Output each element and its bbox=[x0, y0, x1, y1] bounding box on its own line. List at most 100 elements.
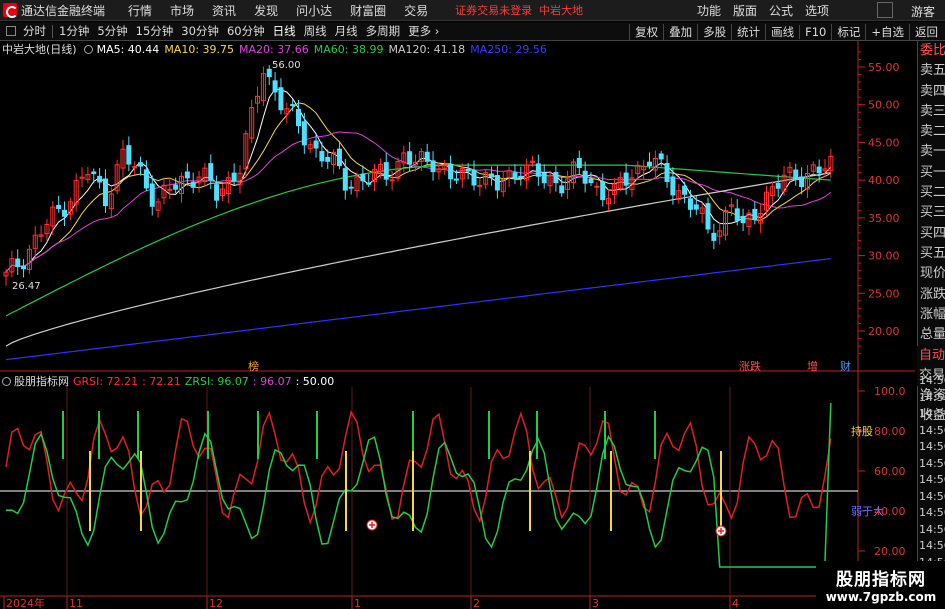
candle-body bbox=[296, 108, 301, 127]
marker-finance[interactable]: 财 bbox=[840, 359, 851, 373]
indicator-settings-icon[interactable] bbox=[2, 376, 11, 386]
candle-body bbox=[407, 151, 413, 165]
draw-line-button[interactable]: 画线 bbox=[765, 23, 799, 40]
marker-rank[interactable]: 榜 bbox=[248, 359, 259, 373]
menu-function[interactable]: 功能 bbox=[691, 2, 727, 19]
candle-body bbox=[553, 172, 559, 184]
f10-button[interactable]: F10 bbox=[799, 24, 831, 39]
kline-chart[interactable]: 55.00 50.00 45.00 40.00 35.00 30.00 25.00 20.00… bbox=[0, 41, 915, 609]
candle-body bbox=[623, 172, 629, 186]
candle-body bbox=[588, 178, 594, 183]
multi-stock-button[interactable]: 多股 bbox=[697, 23, 731, 40]
period-daily[interactable]: 日线 bbox=[269, 23, 300, 39]
candle-body bbox=[290, 104, 296, 107]
ma20-label: MA20: 37.66 bbox=[239, 42, 309, 56]
quote-field: 买五 bbox=[920, 245, 945, 261]
trade-times: 14:56 14:56 14:56 14:56 14:56 14:56 14:56 14:56… bbox=[917, 373, 945, 571]
menu-discover[interactable]: 发现 bbox=[245, 2, 287, 19]
date-label: 2024年 bbox=[6, 596, 45, 609]
marker-change[interactable]: 涨跌 bbox=[739, 359, 761, 373]
candle-body bbox=[816, 166, 822, 174]
candle-body bbox=[576, 157, 582, 169]
ma5-line bbox=[5, 88, 832, 273]
quote-field: 总量 bbox=[920, 327, 945, 343]
quote-field: 卖三 bbox=[920, 103, 945, 119]
hold-annotation: 持股 bbox=[851, 424, 873, 438]
candle-body bbox=[453, 178, 459, 181]
statistics-button[interactable]: 统计 bbox=[731, 23, 765, 40]
menu-ask[interactable]: 问小达 bbox=[287, 2, 341, 19]
candle-body bbox=[184, 171, 190, 179]
add-favorite-button[interactable]: +自选 bbox=[865, 23, 909, 40]
menu-trade[interactable]: 交易 bbox=[395, 2, 437, 19]
period-60min[interactable]: 60分钟 bbox=[223, 23, 269, 39]
divider bbox=[52, 24, 53, 38]
period-multi[interactable]: 多周期 bbox=[362, 23, 405, 39]
app-logo-icon bbox=[3, 3, 18, 18]
candle-body bbox=[752, 208, 758, 220]
candle-body bbox=[594, 185, 600, 188]
back-button[interactable]: 返回 bbox=[909, 23, 943, 40]
sub-legend: 股朋指标网 GRSI: 72.21 : 72.21 ZRSI: 96.07 : … bbox=[2, 374, 338, 388]
trade-time: 14:56 bbox=[919, 506, 945, 519]
quote-field: 涨跌 bbox=[920, 286, 945, 302]
date-label: 2 bbox=[473, 597, 480, 609]
candle-body bbox=[512, 172, 518, 180]
candle-body bbox=[21, 265, 27, 270]
candle-body bbox=[360, 173, 366, 182]
settings-circle-icon[interactable] bbox=[83, 44, 93, 54]
adjust-button[interactable]: 复权 bbox=[629, 23, 663, 40]
candle-body bbox=[693, 204, 699, 210]
period-15min[interactable]: 15分钟 bbox=[132, 23, 178, 39]
period-more[interactable]: 更多 › bbox=[404, 23, 443, 39]
candle-body bbox=[793, 169, 799, 181]
candle-body bbox=[494, 175, 500, 191]
grsi-label: GRSI: 72.21 bbox=[73, 374, 139, 388]
trade-time: 14:56 bbox=[919, 456, 945, 470]
date-axis: 2024年 11 12 1 2 3 4 bbox=[3, 596, 739, 609]
login-status[interactable]: 证券交易未登录 中岩大地 bbox=[455, 2, 583, 18]
window-layout-icon[interactable] bbox=[877, 2, 893, 18]
chart-area[interactable]: 55.00 50.00 45.00 40.00 35.00 30.00 25.00 20.00… bbox=[0, 41, 915, 609]
marker-increase[interactable]: 增 bbox=[807, 359, 818, 373]
candle-body bbox=[143, 169, 149, 189]
overlay-button[interactable]: 叠加 bbox=[663, 23, 697, 40]
period-30min[interactable]: 30分钟 bbox=[177, 23, 223, 39]
candle-body bbox=[711, 232, 717, 241]
menu-quotes[interactable]: 行情 bbox=[119, 2, 161, 19]
quote-field: 涨幅 bbox=[920, 306, 945, 322]
candle-body bbox=[272, 80, 278, 93]
candle-body bbox=[91, 171, 97, 175]
period-1min[interactable]: 1分钟 bbox=[55, 23, 93, 39]
trade-time: 14:56 bbox=[919, 423, 945, 437]
period-monthly[interactable]: 月线 bbox=[331, 23, 362, 39]
panel-toggle-icon[interactable] bbox=[6, 26, 16, 36]
candle-body bbox=[489, 173, 495, 178]
menu-wealth[interactable]: 财富圈 bbox=[341, 2, 395, 19]
quote-field: 卖四 bbox=[920, 83, 945, 99]
candle-body bbox=[167, 188, 173, 191]
candle-body bbox=[62, 209, 67, 217]
candle-body bbox=[348, 186, 354, 189]
menu-news[interactable]: 资讯 bbox=[203, 2, 245, 19]
candle-body bbox=[325, 156, 331, 162]
menu-layout[interactable]: 版面 bbox=[727, 2, 763, 19]
period-weekly[interactable]: 周线 bbox=[300, 23, 331, 39]
trade-time: 14:56 bbox=[919, 489, 945, 503]
menu-formula[interactable]: 公式 bbox=[763, 2, 799, 19]
candle-body bbox=[799, 176, 805, 188]
quote-field: 买一 bbox=[920, 164, 945, 180]
menu-market[interactable]: 市场 bbox=[161, 2, 203, 19]
candle-body bbox=[775, 183, 781, 189]
candle-body bbox=[535, 163, 541, 177]
weak-annotation: 弱于大 bbox=[851, 504, 884, 518]
guest-login[interactable]: 游客 bbox=[911, 3, 935, 20]
menu-options[interactable]: 选项 bbox=[799, 2, 835, 19]
toolbar-right: 复权 叠加 多股 统计 画线 F10 标记 +自选 返回 bbox=[629, 22, 943, 41]
period-intraday[interactable]: 分时 bbox=[19, 23, 50, 39]
auto-label[interactable]: 自动 bbox=[917, 346, 945, 366]
mark-button[interactable]: 标记 bbox=[831, 23, 865, 40]
period-5min[interactable]: 5分钟 bbox=[93, 23, 131, 39]
stock-name-label: 中岩大地(日线) bbox=[2, 43, 77, 56]
candle-body bbox=[97, 175, 103, 183]
